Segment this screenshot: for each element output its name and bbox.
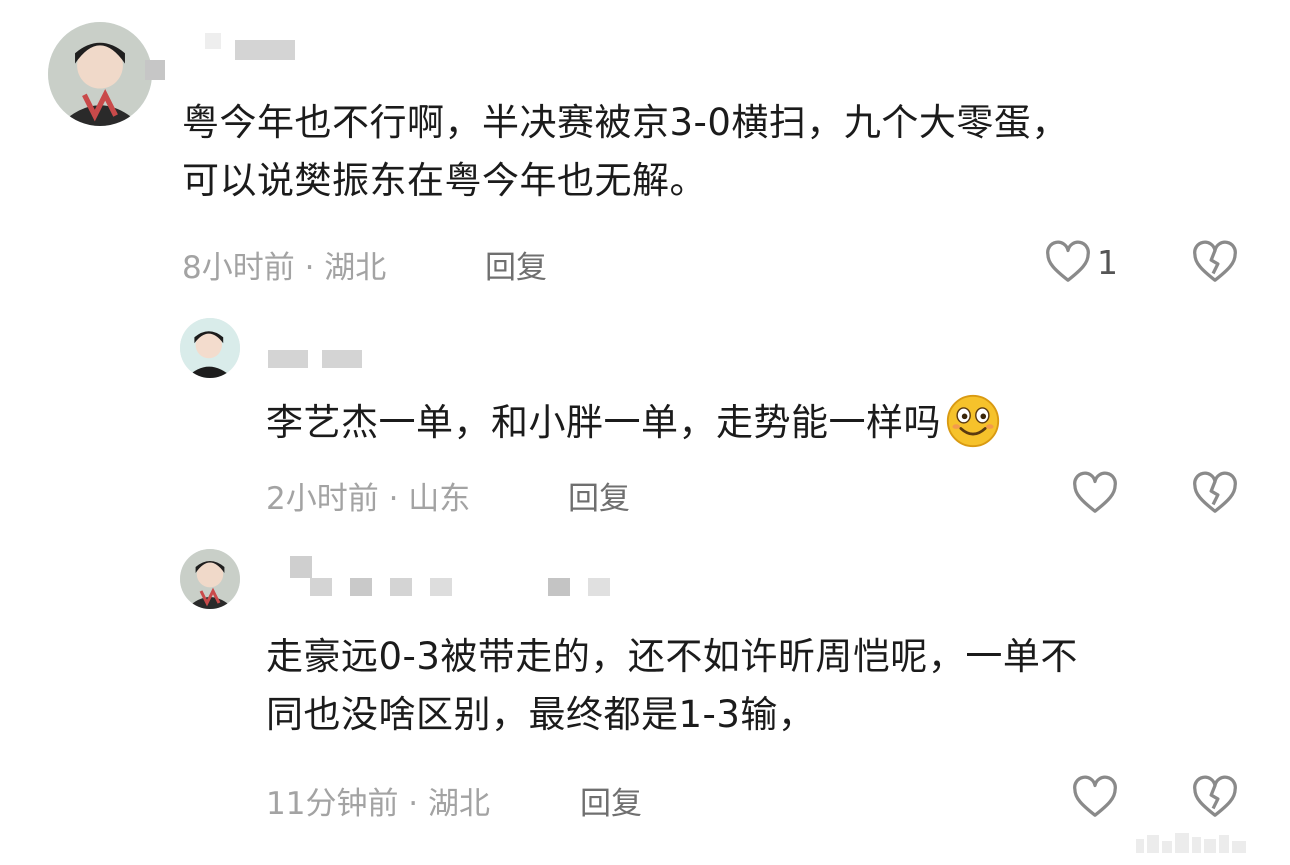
watermark [1136, 825, 1276, 853]
heart-outline-icon [1073, 471, 1117, 513]
like-button[interactable] [1072, 775, 1118, 819]
comment-text-line: 粤今年也不行啊，半决赛被京3-0横扫，九个大零蛋， [182, 101, 1069, 144]
comment-text-line: 李艺杰一单，和小胖一单，走势能一样吗 [266, 401, 941, 444]
like-button[interactable] [1072, 471, 1118, 515]
reply-button[interactable]: 回复 [568, 473, 630, 518]
avatar-image [180, 318, 240, 378]
comment-text-line: 同也没啥区别，最终都是1-3输， [266, 693, 816, 736]
comment-text-line: 可以说樊振东在粤今年也无解。 [182, 159, 707, 202]
comment-text: 走豪远0-3被带走的，还不如许昕周恺呢，一单不 同也没啥区别，最终都是1-3输， [266, 628, 1078, 744]
comment-meta: 2小时前 · 山东 [266, 481, 471, 517]
avatar[interactable] [180, 318, 240, 378]
comment-meta: 11分钟前 · 湖北 [266, 786, 491, 822]
comment-meta: 8小时前 · 湖北 [182, 250, 387, 286]
heart-outline-icon [1046, 240, 1090, 282]
username-blur-fragment [145, 60, 165, 80]
like-button[interactable]: 1 [1045, 240, 1118, 284]
broken-heart-icon [1193, 775, 1237, 817]
reply-button[interactable]: 回复 [485, 242, 547, 287]
comment-text-line: 走豪远0-3被带走的，还不如许昕周恺呢，一单不 [266, 635, 1078, 678]
avatar[interactable] [48, 22, 152, 126]
comment-text: 粤今年也不行啊，半决赛被京3-0横扫，九个大零蛋， 可以说樊振东在粤今年也无解。 [182, 94, 1069, 210]
avatar-image [180, 549, 240, 609]
dislike-button[interactable] [1192, 471, 1238, 515]
username-blurred[interactable] [205, 22, 295, 60]
dislike-button[interactable] [1192, 240, 1238, 284]
broken-heart-icon [1193, 240, 1237, 282]
like-count: 1 [1097, 242, 1118, 282]
broken-heart-icon [1193, 471, 1237, 513]
dislike-button[interactable] [1192, 775, 1238, 819]
username-blur-fragment [310, 578, 610, 596]
avatar[interactable] [180, 549, 240, 609]
username-blurred[interactable] [290, 556, 312, 578]
avatar-image [48, 22, 152, 126]
smiling-face-emoji [946, 394, 1000, 447]
comment-text: 李艺杰一单，和小胖一单，走势能一样吗 [266, 394, 1001, 453]
heart-outline-icon [1073, 775, 1117, 817]
reply-button[interactable]: 回复 [580, 778, 642, 823]
username-blurred[interactable] [268, 350, 362, 368]
